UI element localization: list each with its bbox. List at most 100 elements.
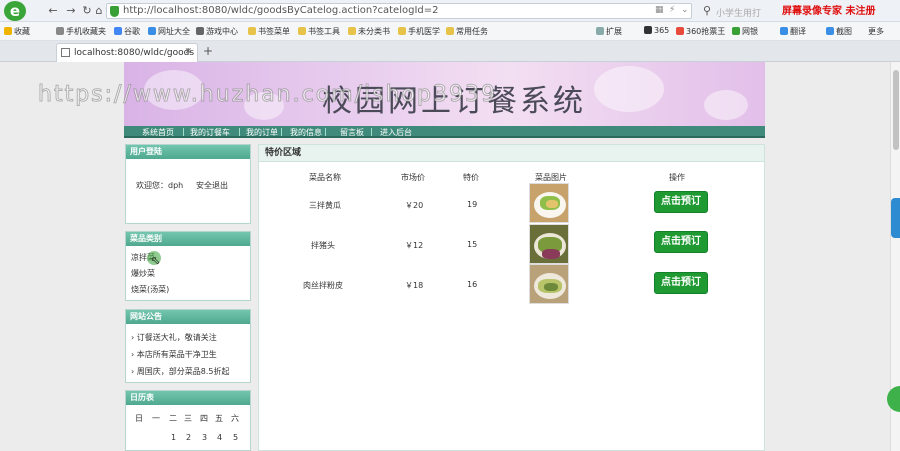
browser-logo-icon[interactable]: e bbox=[4, 1, 26, 21]
menu-profile[interactable]: 我的信息 bbox=[290, 127, 322, 138]
notice-box: 网站公告 › 订餐送大礼，敬请关注 › 本店所有菜品干净卫生 › 周国庆，部分菜… bbox=[125, 309, 251, 383]
tool-more[interactable]: 更多 bbox=[868, 26, 884, 37]
order-button[interactable]: 点击预订 bbox=[654, 231, 708, 253]
site-menu: 系统首页 | 我的订餐车 | 我的订单 | 我的信息 | 留言板 | 进入后台 bbox=[124, 126, 765, 138]
order-button[interactable]: 点击预订 bbox=[654, 191, 708, 213]
menu-cart[interactable]: 我的订餐车 bbox=[190, 127, 230, 138]
calendar-day[interactable]: 3 bbox=[202, 433, 207, 442]
bookmark-item[interactable]: 收藏 bbox=[4, 26, 30, 37]
bookmark-item[interactable]: 未分类书 bbox=[348, 26, 390, 37]
translate-icon bbox=[780, 27, 788, 35]
notice-item[interactable]: › 订餐送大礼，敬请关注 bbox=[131, 332, 217, 343]
menu-admin[interactable]: 进入后台 bbox=[380, 127, 412, 138]
category-box-title: 菜品类别 bbox=[126, 232, 250, 246]
column-header: 菜品名称 bbox=[309, 173, 341, 182]
notice-item[interactable]: › 周国庆，部分菜品8.5折起 bbox=[131, 366, 229, 377]
special-price: 15 bbox=[467, 240, 478, 249]
star-icon bbox=[4, 27, 12, 35]
category-box: 菜品类别 凉拌菜 爆炒菜 烧菜(汤菜) bbox=[125, 231, 251, 301]
special-price: 19 bbox=[467, 200, 478, 209]
menu-home[interactable]: 系统首页 bbox=[142, 127, 174, 138]
calendar-day[interactable]: 4 bbox=[217, 433, 222, 442]
tab-title: localhost:8080/wldc/goods bbox=[74, 48, 195, 58]
calendar-box: 日历表 日 一 二 三 四 五 六 1 2 3 4 5 bbox=[125, 390, 251, 451]
tool-bank[interactable]: 网银 bbox=[732, 26, 758, 37]
special-price: 16 bbox=[467, 280, 478, 289]
tool-365[interactable]: 365 bbox=[644, 26, 669, 35]
menu-guestbook[interactable]: 留言板 bbox=[340, 127, 364, 138]
folder-icon bbox=[446, 27, 454, 35]
home-icon[interactable]: ⌂ bbox=[92, 4, 106, 18]
bookmark-item[interactable]: 书签菜单 bbox=[248, 26, 290, 37]
dish-name: 三拌黄瓜 bbox=[309, 201, 341, 210]
recording-label: 屏幕录像专家 未注册 bbox=[782, 6, 876, 17]
calendar-box-title: 日历表 bbox=[126, 391, 250, 405]
search-hint[interactable]: 小学生用打 bbox=[716, 6, 761, 19]
special-offers-panel: 特价区域 菜品名称 市场价 特价 菜品图片 操作 三拌黄瓜 ￥20 19 点击预… bbox=[258, 144, 765, 451]
category-link[interactable]: 爆炒菜 bbox=[131, 268, 155, 279]
forward-icon[interactable]: → bbox=[64, 4, 78, 18]
new-tab-button[interactable]: + bbox=[203, 44, 213, 58]
tab-bar: ▷ ☁ localhost:8080/wldc/goods ✕ ⧉ ↶ bbox=[0, 41, 900, 98]
grid-icon bbox=[596, 27, 604, 35]
folder-icon bbox=[248, 27, 256, 35]
bookmark-item[interactable]: 常用任务 bbox=[446, 26, 488, 37]
bookmark-item[interactable]: 谷歌 bbox=[114, 26, 140, 37]
mouse-pointer-icon: ⬁ bbox=[151, 254, 161, 267]
folder-icon bbox=[348, 27, 356, 35]
page-icon bbox=[61, 48, 70, 57]
phone-icon bbox=[56, 27, 64, 35]
scrollbar-thumb[interactable] bbox=[893, 70, 899, 150]
login-box: 用户登陆 欢迎您：dph 安全退出 bbox=[125, 144, 251, 224]
dish-image[interactable] bbox=[529, 264, 569, 304]
globe-icon bbox=[148, 27, 156, 35]
tool-ticket[interactable]: 360抢票王 bbox=[676, 26, 725, 37]
side-widget-icon[interactable] bbox=[891, 198, 900, 238]
menu-orders[interactable]: 我的订单 bbox=[246, 127, 278, 138]
bookmark-item[interactable]: 游戏中心 bbox=[196, 26, 238, 37]
extensions-button[interactable]: 扩展 bbox=[596, 26, 622, 37]
tool-translate[interactable]: 翻译 bbox=[780, 26, 806, 37]
close-tab-icon[interactable]: ✕ bbox=[184, 47, 192, 57]
category-link[interactable]: 烧菜(汤菜) bbox=[131, 284, 169, 295]
tool-screenshot[interactable]: 截图 bbox=[826, 26, 852, 37]
dish-name: 拌猪头 bbox=[311, 241, 335, 250]
search-icon[interactable]: ⚲ bbox=[700, 4, 714, 18]
folder-icon bbox=[398, 27, 406, 35]
bookmark-item[interactable]: 网址大全 bbox=[148, 26, 190, 37]
shield-icon bbox=[644, 26, 652, 34]
bookmark-item[interactable]: 书签工具 bbox=[298, 26, 340, 37]
calendar-day[interactable]: 2 bbox=[186, 433, 191, 442]
watermark-text: https://www.huzhan.com/ishop3939 bbox=[38, 82, 497, 108]
notice-item[interactable]: › 本店所有菜品干净卫生 bbox=[131, 349, 217, 360]
back-icon[interactable]: ← bbox=[46, 4, 60, 18]
gamepad-icon bbox=[196, 27, 204, 35]
calendar-day[interactable]: 1 bbox=[171, 433, 176, 442]
grid-icon[interactable]: ▦ bbox=[655, 5, 664, 15]
logout-link[interactable]: 安全退出 bbox=[196, 180, 228, 191]
bookmark-item[interactable]: 手机医学 bbox=[398, 26, 440, 37]
folder-icon bbox=[298, 27, 306, 35]
dish-image[interactable] bbox=[529, 183, 569, 223]
bookmark-item[interactable]: 手机收藏夹 bbox=[56, 26, 106, 37]
address-bar[interactable]: http://localhost:8080/wldc/goodsByCatelo… bbox=[106, 3, 692, 19]
browser-titlebar: e ← → ↻ ⌂ http://localhost:8080/wldc/goo… bbox=[0, 0, 900, 22]
scissors-icon bbox=[826, 27, 834, 35]
dropdown-icon[interactable]: ⌄ bbox=[681, 5, 689, 15]
dish-name: 肉丝拌粉皮 bbox=[303, 281, 343, 290]
column-header: 特价 bbox=[463, 173, 479, 182]
market-price: ￥12 bbox=[405, 241, 424, 250]
column-header: 操作 bbox=[669, 173, 685, 182]
ticket-icon bbox=[676, 27, 684, 35]
lightning-icon[interactable]: ⚡ bbox=[669, 5, 675, 15]
url-text[interactable]: http://localhost:8080/wldc/goodsByCatelo… bbox=[123, 5, 438, 16]
security-shield-icon bbox=[110, 6, 119, 17]
order-button[interactable]: 点击预订 bbox=[654, 272, 708, 294]
panel-title: 特价区域 bbox=[259, 145, 764, 162]
tab-active[interactable]: localhost:8080/wldc/goods ✕ bbox=[56, 43, 198, 62]
calendar-day[interactable]: 5 bbox=[233, 433, 238, 442]
bank-icon bbox=[732, 27, 740, 35]
google-icon bbox=[114, 27, 122, 35]
market-price: ￥18 bbox=[405, 281, 424, 290]
dish-image[interactable] bbox=[529, 224, 569, 264]
